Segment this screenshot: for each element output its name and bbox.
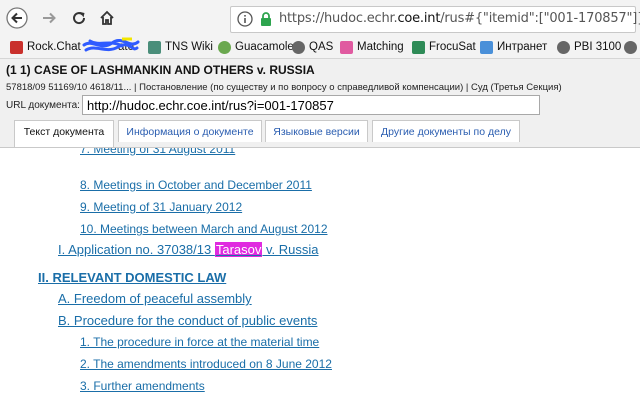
toc-section-ii[interactable]: II. RELEVANT DOMESTIC LAW <box>38 270 226 285</box>
home-button[interactable] <box>96 7 118 29</box>
address-url: https://hudoc.echr.coe.int/rus#{"itemid"… <box>279 11 640 26</box>
forward-button[interactable] <box>38 7 60 29</box>
toc-item-b1[interactable]: 1. The procedure in force at the materia… <box>80 335 319 349</box>
bookmark-matching[interactable]: Matching <box>340 39 404 55</box>
globe-icon <box>624 40 637 54</box>
info-icon[interactable] <box>237 11 253 27</box>
toc-item-7[interactable]: 7. Meeting of 31 August 2011 <box>80 148 235 156</box>
guacamole-icon <box>218 40 231 54</box>
bookmark-pbi-3100[interactable]: PBI 3100 <box>557 39 621 55</box>
toc-item-8[interactable]: 8. Meetings in October and December 2011 <box>80 178 312 192</box>
intranet-icon <box>480 40 493 54</box>
toc-item-a[interactable]: A. Freedom of peaceful assembly <box>58 291 252 306</box>
redaction-scribble <box>82 37 140 52</box>
rocket-icon <box>10 40 23 54</box>
tab-document-text[interactable]: Текст документа <box>14 120 114 147</box>
lock-icon <box>261 12 271 26</box>
tab-language-versions[interactable]: Языковые версии <box>265 120 368 142</box>
search-highlight: Tarasov <box>214 242 263 257</box>
frocusat-icon <box>412 40 425 54</box>
globe-icon <box>557 40 570 54</box>
document-content: 7. Meeting of 31 August 2011 8. Meetings… <box>0 148 640 401</box>
toc-item-b[interactable]: B. Procedure for the conduct of public e… <box>58 313 317 328</box>
case-title: (1 1) CASE OF LASHMANKIN AND OTHERS v. R… <box>6 63 315 77</box>
back-button[interactable] <box>6 7 28 29</box>
document-url-field[interactable]: http://hudoc.echr.coe.int/rus?i=001-1708… <box>82 95 540 115</box>
matching-icon <box>340 40 353 54</box>
toc-item-10[interactable]: 10. Meetings between March and August 20… <box>80 222 328 236</box>
document-header: (1 1) CASE OF LASHMANKIN AND OTHERS v. R… <box>0 59 640 148</box>
wiki-icon <box>148 40 161 54</box>
bookmark-frocusat[interactable]: FrocuSat <box>412 39 476 55</box>
globe-icon <box>292 40 305 54</box>
reload-icon <box>73 12 86 25</box>
toc-item-9[interactable]: 9. Meeting of 31 January 2012 <box>80 200 242 214</box>
toc-item-b3[interactable]: 3. Further amendments <box>80 379 205 393</box>
document-url-label: URL документа: <box>6 100 80 111</box>
bookmark-tns-wiki[interactable]: TNS Wiki <box>148 39 213 55</box>
bookmark-overflow[interactable] <box>624 39 640 55</box>
tab-other-documents[interactable]: Другие документы по делу <box>372 120 520 142</box>
toc-item-i-tarasov[interactable]: I. Application no. 37038/13 Tarasov v. R… <box>58 242 319 257</box>
bookmark-qas[interactable]: QAS <box>292 39 333 55</box>
tab-document-info[interactable]: Информация о документе <box>118 120 262 142</box>
bookmark-intranet[interactable]: Интранет <box>480 39 547 55</box>
reload-button[interactable] <box>68 7 90 29</box>
home-icon <box>100 10 114 25</box>
bookmark-guacamole[interactable]: Guacamole <box>218 39 294 55</box>
toc-item-b2[interactable]: 2. The amendments introduced on 8 June 2… <box>80 357 332 371</box>
back-arrow-icon <box>6 7 28 29</box>
forward-arrow-icon <box>43 12 56 24</box>
case-meta: 57818/09 51169/10 4618/11... | Постановл… <box>6 82 562 93</box>
address-bar[interactable]: https://hudoc.echr.coe.int/rus#{"itemid"… <box>230 6 640 33</box>
bookmark-rock-chat[interactable]: Rock.Chat <box>10 39 81 55</box>
browser-toolbar: https://hudoc.echr.coe.int/rus#{"itemid"… <box>0 0 640 36</box>
